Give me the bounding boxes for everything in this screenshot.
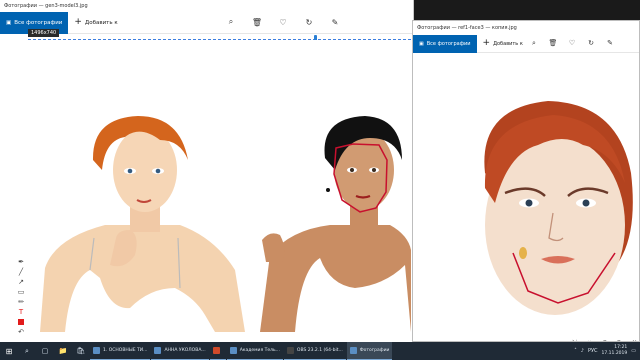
all-photos-label: Все фотографии <box>14 19 63 26</box>
taskbar-app-6[interactable]: Фотографии <box>346 342 393 360</box>
left-figure <box>40 116 245 332</box>
edit-icon[interactable]: ✎ <box>329 16 341 28</box>
taskbar-app-2[interactable]: АННА УКОЛОВА... <box>151 342 209 360</box>
desktop: Фотографии — gen3-model3.jpg ▣ Все фотог… <box>0 0 640 360</box>
right-figure <box>260 116 411 332</box>
undo-icon[interactable]: ↶ <box>16 327 26 336</box>
command-bar: ▣ Все фотографии + Добавить к ⌕ 🗑 ♡ ↻ ✎ <box>413 34 639 53</box>
taskbar-app-5[interactable]: OBS 23.2.1 (64-bit... <box>283 342 346 360</box>
drawing-toolbar: ✒ ╱ ↗ ▭ ✏ T ↶ <box>14 257 28 337</box>
volume-icon[interactable]: ♪ <box>581 348 584 354</box>
all-photos-button[interactable]: ▣ Все фотографии <box>413 34 477 53</box>
explorer-icon[interactable]: 📁 <box>54 342 72 360</box>
image-canvas: ⇲ ⌗ ↶ ↷ ✕ <box>413 53 639 341</box>
plus-icon: + <box>482 38 491 48</box>
add-to-label: Добавить к <box>84 19 118 26</box>
model-illustration <box>40 116 411 332</box>
image-toolbar: ⌕ 🗑 ♡ ↻ ✎ <box>529 37 615 49</box>
store-icon[interactable]: 🛍 <box>72 342 90 360</box>
plus-icon: + <box>74 17 82 27</box>
task-view-icon[interactable]: ▢ <box>36 342 54 360</box>
rotate-icon[interactable]: ↻ <box>586 37 596 49</box>
taskbar: ⊞ ⌕ ▢ 📁 🛍 1. ОСНОВНЫЕ ТИ... АННА УКОЛОВА… <box>0 342 640 360</box>
favorite-icon[interactable]: ♡ <box>277 16 289 28</box>
start-button[interactable]: ⊞ <box>0 342 18 360</box>
zoom-icon[interactable]: ⌕ <box>225 16 237 28</box>
marker-icon[interactable]: ✏ <box>16 297 26 306</box>
zoom-icon[interactable]: ⌕ <box>529 37 539 49</box>
clock[interactable]: 17:21 17.11.2019 <box>602 345 628 357</box>
rotate-icon[interactable]: ↻ <box>303 16 315 28</box>
image-canvas <box>30 40 411 332</box>
photos-window-side: Фотографии — ref1-face3 — копия.jpg ▣ Вс… <box>412 20 640 342</box>
image-toolbar: ⌕ 🗑 ♡ ↻ ✎ <box>225 16 341 28</box>
edit-icon[interactable]: ✎ <box>605 37 615 49</box>
line-icon[interactable]: ╱ <box>16 267 26 276</box>
language-indicator[interactable]: РУС <box>588 348 598 354</box>
face-illustration <box>484 101 633 315</box>
add-to-button[interactable]: + Добавить к <box>68 18 123 27</box>
delete-icon[interactable]: 🗑 <box>251 16 263 28</box>
chevron-up-icon[interactable]: ˄ <box>574 348 577 354</box>
notifications-icon[interactable]: ▭ <box>631 348 636 354</box>
search-icon[interactable]: ⌕ <box>18 342 36 360</box>
window-title: Фотографии — gen3-model3.jpg <box>0 0 413 12</box>
arrow-icon[interactable]: ↗ <box>16 277 26 286</box>
photos-window-main: Фотографии — gen3-model3.jpg ▣ Все фотог… <box>0 0 414 342</box>
size-tooltip: 1496x740 <box>28 29 60 37</box>
delete-icon[interactable]: 🗑 <box>548 37 558 49</box>
window-title: Фотографии — ref1-face3 — копия.jpg <box>413 21 639 35</box>
text-icon[interactable]: T <box>16 307 26 316</box>
favorite-icon[interactable]: ♡ <box>567 37 577 49</box>
date: 17.11.2019 <box>601 351 628 356</box>
photos-icon: ▣ <box>6 19 12 26</box>
add-to-button[interactable]: + Добавить к <box>477 39 529 48</box>
taskbar-app-3[interactable] <box>209 342 226 360</box>
color-picker-red[interactable] <box>16 317 26 326</box>
pen-icon[interactable]: ✒ <box>16 257 26 266</box>
add-to-label: Добавить к <box>493 40 523 47</box>
rect-icon[interactable]: ▭ <box>16 287 26 296</box>
taskbar-app-4[interactable]: Академия Тель... <box>226 342 283 360</box>
system-tray: ˄ ♪ РУС 17:21 17.11.2019 ▭ <box>574 345 640 357</box>
all-photos-label: Все фотографии <box>426 40 471 47</box>
photos-icon: ▣ <box>419 40 424 47</box>
command-bar: ▣ Все фотографии + Добавить к ⌕ 🗑 ♡ ↻ ✎ <box>0 11 413 34</box>
taskbar-app-1[interactable]: 1. ОСНОВНЫЕ ТИ... <box>90 342 151 360</box>
